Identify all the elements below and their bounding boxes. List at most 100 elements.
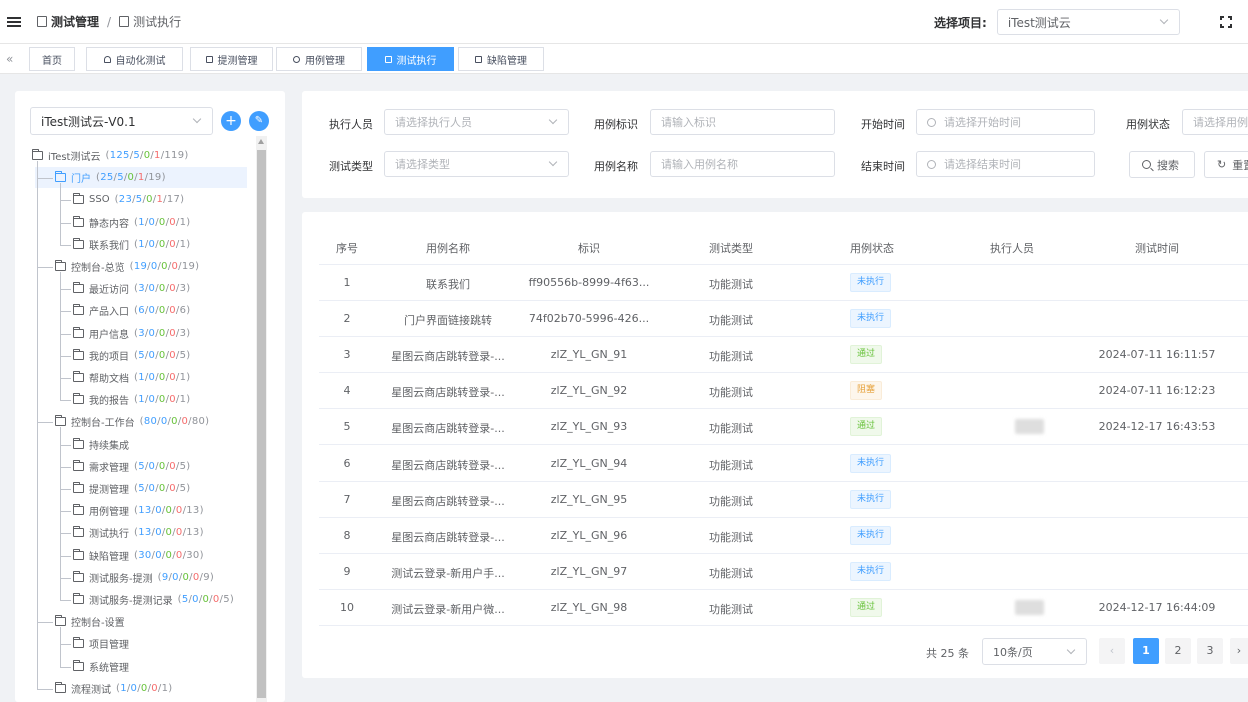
page-button-3[interactable]: 3 (1197, 638, 1223, 664)
next-page-button[interactable]: › (1230, 638, 1248, 664)
tree-node[interactable]: 控制台-工作台 (80/0/0/0/80) (55, 411, 209, 432)
version-select[interactable]: iTest测试云-V0.1 (30, 107, 213, 135)
test-type-select[interactable]: 请选择类型 (384, 151, 569, 177)
test-type-placeholder: 请选择类型 (395, 158, 450, 171)
tree-node[interactable]: 用户信息 (3/0/0/0/3) (73, 323, 190, 344)
tree-node[interactable]: 控制台-设置 (55, 611, 125, 632)
tab-defect-management[interactable]: 缺陷管理 (458, 47, 544, 71)
tree-node-counts: (13/0/0/0/13) (134, 527, 204, 539)
tab-home[interactable]: 首页 (29, 47, 75, 71)
end-time-picker[interactable]: 请选择结束时间 (916, 151, 1095, 177)
table-row[interactable]: 10 测试云登录-新用户微... zlZ_YL_GN_98 功能测试 通过 2024-12… (319, 590, 1248, 626)
tree-node[interactable]: SSO (23/5/0/1/17) (73, 189, 184, 210)
breadcrumb-item-test-management[interactable]: 测试管理 (51, 13, 99, 30)
table-row[interactable]: 6 星图云商店跳转登录-... zlZ_YL_GN_94 功能测试 未执行 (319, 446, 1248, 482)
tab-label: 自动化测试 (115, 55, 166, 67)
cell-no: 7 (343, 492, 351, 506)
table-row[interactable]: 5 星图云商店跳转登录-... zlZ_YL_GN_93 功能测试 通过 2024-12-… (319, 409, 1248, 446)
add-module-button[interactable]: + (221, 111, 241, 131)
tree-node-label: 系统管理 (89, 662, 129, 674)
case-status-select[interactable]: 请选择用例 (1182, 109, 1248, 135)
tree-node[interactable]: 最近访问 (3/0/0/0/3) (73, 278, 190, 299)
cell-test-type: 功能测试 (709, 314, 753, 328)
tree-node[interactable]: 用例管理 (13/0/0/0/13) (73, 500, 204, 521)
tree-node[interactable]: 项目管理 (73, 633, 129, 654)
tree-node[interactable]: 测试执行 (13/0/0/0/13) (73, 522, 204, 543)
chevron-down-icon (192, 114, 202, 124)
android-icon (103, 55, 111, 63)
tree-node[interactable]: 缺陷管理 (30/0/0/0/30) (73, 545, 204, 566)
cell-no: 5 (343, 420, 351, 434)
table-row[interactable]: 9 测试云登录-新用户手... zlZ_YL_GN_97 功能测试 未执行 (319, 554, 1248, 590)
tree-connector (60, 427, 61, 600)
scroll-up-arrow-icon[interactable] (258, 139, 264, 144)
column-header-executor: 执行人员 (990, 242, 1034, 255)
tree-connector (60, 333, 71, 335)
project-selector: 选择项目: iTest测试云 (934, 9, 1180, 35)
tree-node[interactable]: 需求管理 (5/0/0/0/5) (73, 456, 190, 477)
chevron-down-icon (548, 157, 558, 167)
tree-node[interactable]: iTest测试云 (125/5/0/1/119) (32, 145, 189, 166)
table-row[interactable]: 7 星图云商店跳转登录-... zlZ_YL_GN_95 功能测试 未执行 (319, 482, 1248, 518)
tree-node-label: 提测管理 (89, 485, 129, 496)
tab-case-management[interactable]: 用例管理 (276, 47, 362, 71)
executor-select[interactable]: 请选择执行人员 (384, 109, 569, 135)
tree-node-label: 用户信息 (89, 329, 129, 341)
table-row[interactable]: 1 联系我们 ff90556b-8999-4f63... 功能测试 未执行 (319, 265, 1248, 301)
tree-node[interactable]: 静态内容 (1/0/0/0/1) (73, 212, 190, 233)
search-button[interactable]: 搜索 (1129, 151, 1195, 178)
tree-node[interactable]: 联系我们 (1/0/0/0/1) (73, 234, 190, 255)
fullscreen-icon[interactable] (1220, 16, 1232, 28)
tree-node[interactable]: 我的报告 (1/0/0/0/1) (73, 389, 190, 410)
case-id-input[interactable]: 请输入标识 (650, 109, 835, 135)
tree-node[interactable]: 门户 (25/5/0/1/19) (35, 167, 247, 189)
table-row[interactable]: 4 星图云商店跳转登录-... zlZ_YL_GN_92 功能测试 阻塞 2024-07-… (319, 373, 1248, 410)
prev-page-button[interactable]: ‹ (1099, 638, 1125, 664)
menu-toggle-icon[interactable] (7, 16, 21, 27)
tree-scrollbar[interactable] (256, 136, 267, 702)
tab-test-execution[interactable]: 测试执行 (367, 47, 454, 71)
tree-connector (60, 244, 71, 246)
cell-id: zlZ_YL_GN_95 (550, 492, 628, 506)
page-size-select[interactable]: 10条/页 (982, 638, 1087, 665)
folder-icon (73, 459, 84, 471)
folder-icon (73, 371, 84, 382)
reset-button[interactable]: ↻ 重置 (1204, 151, 1248, 178)
tab-bar: « 首页 自动化测试 提测管理 用例管理 测试执行 缺陷管理 (0, 44, 1248, 74)
start-time-picker[interactable]: 请选择开始时间 (916, 109, 1095, 135)
table-row[interactable]: 2 门户界面链接跳转 74f02b70-5996-426... 功能测试 未执行 (319, 301, 1248, 338)
tree-node[interactable]: 我的项目 (5/0/0/0/5) (73, 345, 190, 366)
clock-icon (927, 117, 936, 127)
tree-connector (60, 378, 71, 379)
tab-submission[interactable]: 提测管理 (190, 47, 273, 71)
tree-node[interactable]: 帮助文档 (1/0/0/0/1) (73, 367, 190, 388)
tree-node[interactable]: 控制台-总览 (19/0/0/0/19) (55, 256, 199, 277)
filter-panel: 执行人员 请选择执行人员 用例标识 请输入标识 开始时间 请选择开始时间 用例状… (302, 91, 1248, 198)
page-button-2[interactable]: 2 (1165, 638, 1191, 664)
table-row[interactable]: 3 星图云商店跳转登录-... zlZ_YL_GN_91 功能测试 通过 2024-07-… (319, 337, 1248, 374)
status-badge: 通过 (850, 597, 883, 617)
tree-node[interactable]: 产品入口 (6/0/0/0/6) (73, 300, 190, 321)
case-name-input[interactable]: 请输入用例名称 (650, 151, 835, 177)
tab-automation[interactable]: 自动化测试 (86, 47, 183, 71)
pagination-total: 共 25 条 (926, 647, 969, 660)
cell-no: 4 (343, 384, 351, 398)
double-chevron-left-icon[interactable]: « (6, 52, 13, 66)
scroll-thumb[interactable] (257, 150, 266, 698)
tree-node[interactable]: 流程测试 (1/0/0/0/1) (55, 678, 172, 699)
table-row[interactable]: 8 星图云商店跳转登录-... zlZ_YL_GN_96 功能测试 未执行 (319, 518, 1248, 554)
case-id-label: 用例标识 (594, 118, 638, 131)
tree-node[interactable]: 测试服务-提测 (9/0/0/0/9) (73, 567, 214, 588)
tree-node[interactable]: 持续集成 (73, 434, 129, 455)
tree-node[interactable]: 提测管理 (5/0/0/0/5) (73, 478, 190, 499)
tree-node-counts: (13/0/0/0/13) (134, 505, 204, 517)
tree-node[interactable]: 测试服务-提测记录 (5/0/0/0/5) (73, 589, 234, 610)
edit-module-button[interactable]: ✎ (249, 111, 269, 131)
tree-node-label: 需求管理 (89, 462, 129, 474)
chevron-down-icon (1159, 15, 1169, 25)
project-select[interactable]: iTest测试云 (996, 9, 1180, 35)
folder-icon (73, 548, 84, 560)
tree-node[interactable]: 系统管理 (73, 656, 129, 677)
status-badge: 未执行 (850, 525, 892, 545)
page-button-1[interactable]: 1 (1133, 638, 1159, 664)
